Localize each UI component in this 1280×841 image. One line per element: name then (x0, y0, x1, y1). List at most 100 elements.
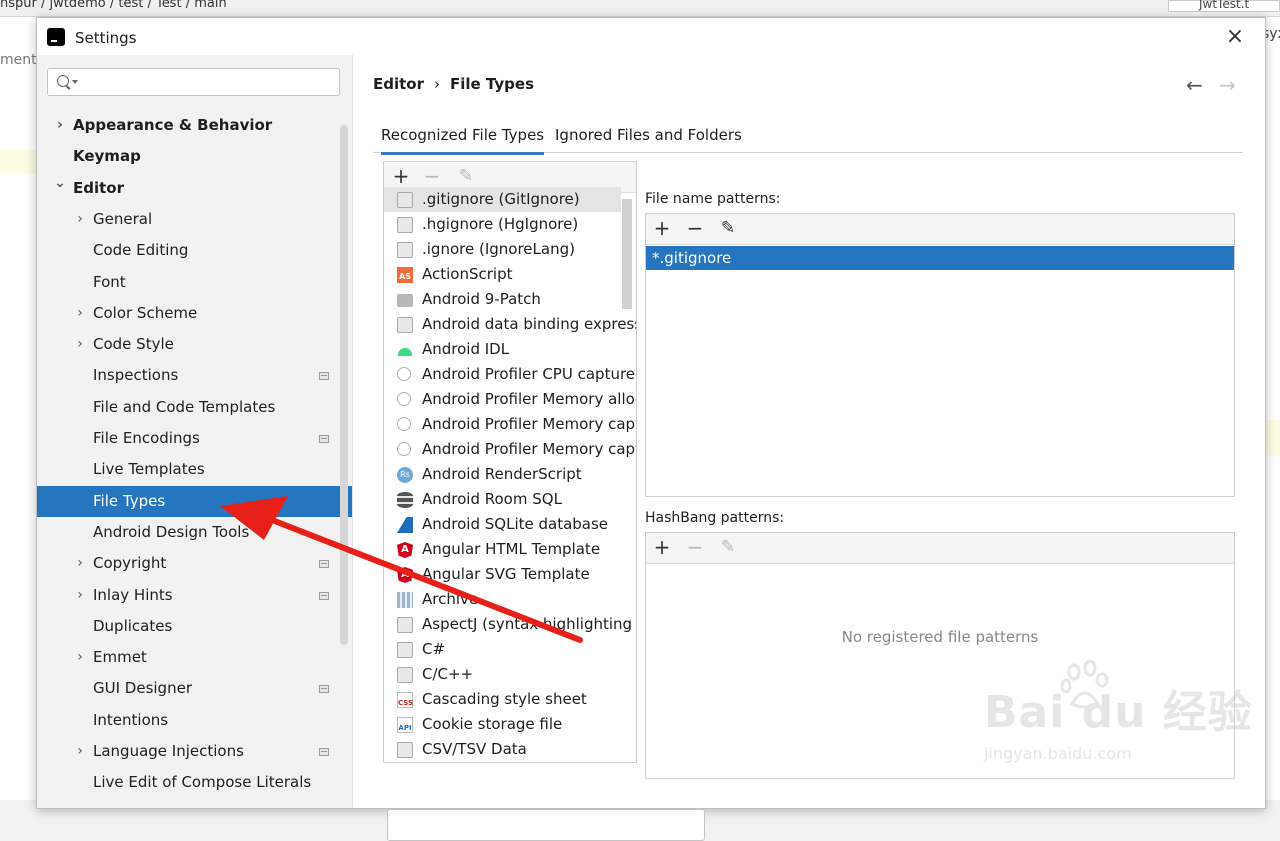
folder-icon (397, 294, 413, 307)
list-item[interactable]: A Angular HTML Template (384, 537, 636, 562)
sidebar-item-intentions[interactable]: Intentions (37, 705, 352, 736)
back-arrow-icon[interactable]: ← (1186, 73, 1203, 97)
list-item[interactable]: Rs Android RenderScript (384, 462, 636, 487)
list-item[interactable]: Android Profiler CPU capture (384, 362, 636, 387)
database-icon (397, 492, 413, 508)
file-type-label: Android IDL (422, 340, 510, 358)
list-item[interactable]: Archive (384, 587, 636, 612)
sidebar-item-language-injections[interactable]: › Language Injections (37, 736, 352, 767)
chevron-right-icon[interactable]: › (73, 736, 87, 767)
sidebar-item-inlay-hints[interactable]: › Inlay Hints (37, 580, 352, 611)
file-type-label: .gitignore (GitIgnore) (422, 190, 580, 208)
list-item[interactable]: .gitignore (GitIgnore) (384, 187, 621, 212)
add-file-type-button[interactable]: + (389, 165, 413, 189)
add-pattern-button[interactable]: + (650, 217, 674, 241)
sidebar-item-duplicates[interactable]: Duplicates (37, 611, 352, 642)
empty-hashbang-text: No registered file patterns (841, 628, 1039, 646)
profiler-icon (397, 367, 411, 381)
list-item[interactable]: Android SQLite database (384, 512, 636, 537)
pattern-item[interactable]: *.gitignore (646, 246, 1234, 270)
file-list-scrollbar[interactable] (622, 199, 632, 309)
sidebar-item-live-edit-of-compose-literals[interactable]: Live Edit of Compose Literals (37, 767, 352, 798)
chevron-right-icon[interactable]: › (73, 548, 87, 579)
ide-breadcrumb: nspur / jwtdemo / test / Test / main (0, 0, 227, 11)
sidebar-item-gui-designer[interactable]: GUI Designer (37, 673, 352, 704)
sidebar-item-general[interactable]: › General (37, 204, 352, 235)
sidebar-item-file-types[interactable]: File Types (37, 485, 352, 517)
archive-icon (397, 592, 413, 608)
list-item[interactable]: Android Profiler Memory allocation (384, 387, 636, 412)
close-button[interactable]: × (1223, 26, 1247, 50)
list-item[interactable]: Android Room SQL (384, 487, 636, 512)
sidebar-scrollbar[interactable] (340, 125, 348, 645)
remove-pattern-button[interactable]: − (683, 217, 707, 241)
sidebar-item-copyright[interactable]: › Copyright (37, 548, 352, 579)
file-type-label: Angular HTML Template (422, 540, 601, 558)
list-item[interactable]: A Angular SVG Template (384, 562, 636, 587)
search-input[interactable] (84, 72, 338, 94)
sidebar-item-code-editing[interactable]: Code Editing (37, 235, 352, 266)
sqlite-icon (397, 517, 413, 533)
project-scope-icon (319, 560, 329, 569)
sidebar-item-file-and-code-templates[interactable]: File and Code Templates (37, 392, 352, 423)
breadcrumb-parent[interactable]: Editor (373, 75, 424, 93)
list-item[interactable]: AS ActionScript (384, 262, 636, 287)
sidebar-item-emmet[interactable]: › Emmet (37, 642, 352, 673)
sidebar-item-inspections[interactable]: Inspections (37, 360, 352, 391)
sidebar-item-editor[interactable]: ⌄ Editor (37, 173, 352, 204)
list-item[interactable]: Android Profiler Memory capture (384, 412, 636, 437)
list-item[interactable]: Android 9-Patch (384, 287, 636, 312)
list-item[interactable]: Android data binding expressions (384, 312, 636, 337)
file-types-panel: + − ✎ .gitignore (GitIgnore) .hgignore (H… (383, 161, 637, 763)
chevron-right-icon[interactable]: › (73, 204, 87, 235)
edit-file-type-button[interactable]: ✎ (454, 165, 478, 189)
file-type-label: Android Profiler Memory capture (422, 415, 636, 433)
tab-ignored-files-and-folders[interactable]: Ignored Files and Folders (555, 126, 742, 152)
chevron-down-icon[interactable]: ⌄ (53, 168, 67, 199)
sidebar-item-font[interactable]: Font (37, 267, 352, 298)
add-hashbang-button[interactable]: + (650, 536, 674, 560)
list-item[interactable]: C/C++ (384, 662, 636, 687)
ide-editor-tab[interactable]: JwtTest.t (1168, 0, 1280, 12)
file-type-label: ActionScript (422, 265, 513, 283)
chevron-right-icon[interactable]: › (53, 110, 67, 141)
settings-search[interactable] (47, 68, 340, 96)
chevron-right-icon[interactable]: › (73, 580, 87, 611)
file-type-label: Android Profiler Memory capture (422, 440, 636, 458)
file-type-label: Angular SVG Template (422, 565, 590, 583)
project-scope-icon (319, 435, 329, 443)
list-item[interactable]: Android IDL (384, 337, 636, 362)
remove-file-type-button[interactable]: − (420, 165, 444, 189)
sidebar-item-file-encodings[interactable]: File Encodings (37, 423, 352, 454)
tab-recognized-file-types[interactable]: Recognized File Types (381, 126, 545, 155)
search-history-dropdown-icon[interactable] (72, 80, 78, 84)
sidebar-item-code-style[interactable]: › Code Style (37, 329, 352, 360)
remove-hashbang-button[interactable]: − (683, 536, 707, 560)
list-item[interactable]: Android Profiler Memory capture (384, 437, 636, 462)
sidebar-item-live-templates[interactable]: Live Templates (37, 454, 352, 485)
chevron-right-icon[interactable]: › (73, 298, 87, 329)
sidebar-item-appearance-behavior[interactable]: › Appearance & Behavior (37, 110, 352, 141)
edit-pattern-button[interactable]: ✎ (716, 217, 740, 241)
chevron-right-icon[interactable]: › (73, 329, 87, 360)
list-item[interactable]: .hgignore (HgIgnore) (384, 212, 636, 237)
forward-arrow-icon[interactable]: → (1219, 73, 1236, 97)
bottom-input-field[interactable] (387, 809, 705, 841)
list-item[interactable]: API Cookie storage file (384, 712, 636, 737)
ignore-file-icon (397, 217, 413, 233)
sidebar-item-android-design-tools[interactable]: Android Design Tools (37, 517, 352, 548)
list-item[interactable]: CSV/TSV Data (384, 737, 636, 762)
file-type-label: AspectJ (syntax highlighting only) (422, 615, 636, 633)
list-item[interactable]: .ignore (IgnoreLang) (384, 237, 636, 262)
chevron-right-icon[interactable]: › (73, 642, 87, 673)
sidebar-item-label: Inspections (93, 366, 179, 385)
edit-hashbang-button[interactable]: ✎ (716, 536, 740, 560)
list-item[interactable]: C# (384, 637, 636, 662)
file-type-label: CSV/TSV Data (422, 740, 527, 758)
list-item[interactable]: AspectJ (syntax highlighting only) (384, 612, 636, 637)
list-item[interactable]: CSS Cascading style sheet (384, 687, 636, 712)
sidebar-item-color-scheme[interactable]: › Color Scheme (37, 298, 352, 329)
sidebar-item-keymap[interactable]: Keymap (37, 141, 352, 172)
angular-icon: A (397, 567, 413, 583)
file-person-icon (397, 667, 413, 683)
